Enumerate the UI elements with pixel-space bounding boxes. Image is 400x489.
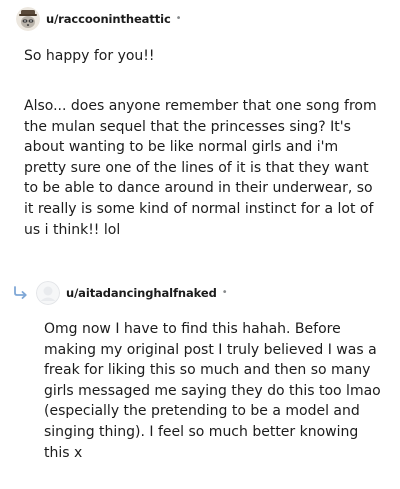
comment-username[interactable]: u/raccoonintheattic (46, 12, 171, 26)
comment-text-paragraph: So happy for you!! (24, 48, 155, 64)
separator-dot: • (175, 13, 182, 24)
comment-username[interactable]: u/aitadancinghalfnaked (66, 286, 217, 300)
comment-header: u/raccoonintheattic • (16, 2, 182, 36)
default-avatar-icon[interactable] (36, 281, 60, 305)
comment-header: u/aitadancinghalfnaked • (12, 276, 228, 310)
reply-arrow-icon (14, 286, 27, 299)
comment-text-paragraph: Also... does anyone remember that one so… (24, 98, 377, 238)
raccoon-avatar-icon[interactable] (16, 7, 40, 31)
comment-text-paragraph: Omg now I have to find this hahah. Befor… (44, 321, 381, 461)
separator-dot: • (221, 287, 228, 298)
